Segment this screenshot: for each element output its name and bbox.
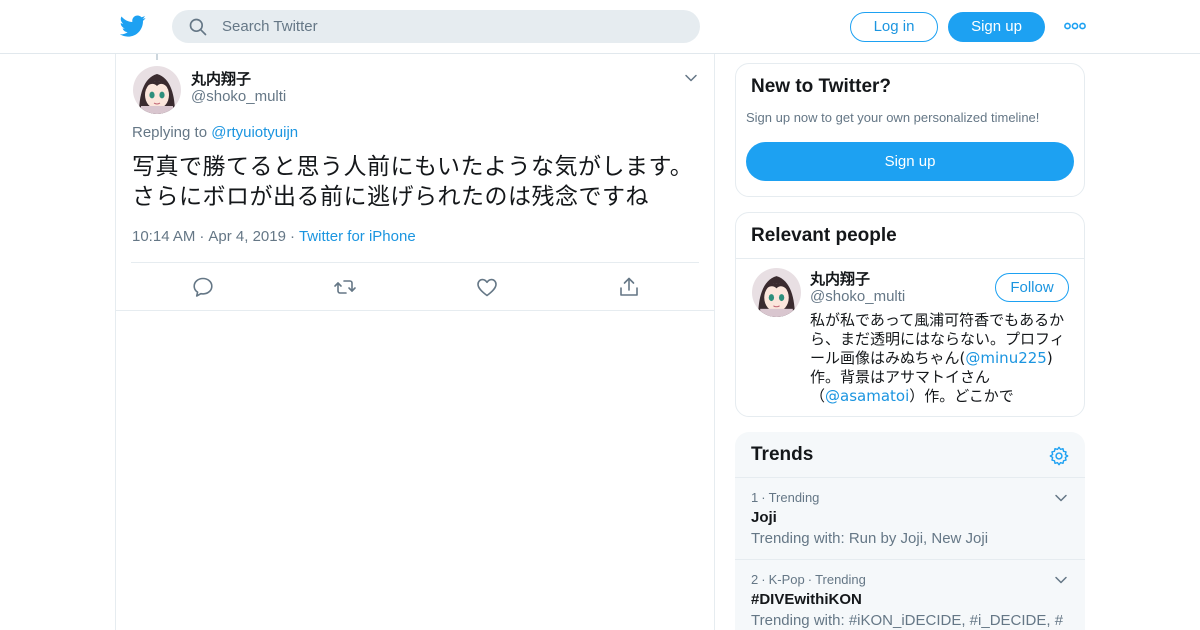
trend-name[interactable]: Joji	[751, 509, 777, 526]
thread-line	[156, 54, 158, 60]
trend-rank: 1	[751, 490, 759, 505]
tweet-column: 丸内翔子 @shoko_multi Replying to @rtyuiotyu…	[115, 54, 715, 630]
share-icon[interactable]	[617, 275, 641, 299]
chevron-down-icon[interactable]	[1053, 490, 1069, 506]
reply-icon[interactable]	[191, 275, 215, 299]
bio-mention-link[interactable]: @asamatoi	[825, 387, 909, 405]
tweet-source-link[interactable]: Twitter for iPhone	[299, 228, 416, 245]
author-name[interactable]: 丸内翔子	[191, 68, 251, 89]
tweet-actions	[116, 263, 714, 311]
chevron-down-icon[interactable]	[1053, 572, 1069, 588]
tweet-meta: 10:14 AM · Apr 4, 2019 · Twitter for iPhone	[132, 228, 416, 245]
card-subtitle: Sign up now to get your own personalized…	[746, 110, 1040, 125]
trend-rank: 2	[751, 572, 759, 587]
chevron-down-icon[interactable]	[683, 70, 699, 86]
trend-name[interactable]: #DIVEwithiKON	[751, 591, 862, 608]
bio-text: ）作。どこかで	[909, 387, 1014, 405]
top-bar: Log in Sign up	[0, 0, 1200, 54]
replying-prefix: Replying to	[132, 124, 208, 141]
avatar[interactable]	[752, 268, 801, 317]
trend-item[interactable]: 2 · K-Pop · Trending #DIVEwithiKON Trending …	[735, 559, 1085, 630]
search-input[interactable]	[222, 10, 682, 43]
divider	[736, 258, 1084, 259]
tweet-date[interactable]: Apr 4, 2019	[208, 228, 286, 245]
gear-icon[interactable]	[1048, 445, 1070, 467]
retweet-icon[interactable]	[333, 275, 357, 299]
bio-mention-link[interactable]: @minu225	[965, 349, 1046, 367]
signup-button[interactable]: Sign up	[948, 12, 1045, 42]
avatar[interactable]	[133, 66, 181, 114]
trend-meta: 1 · Trending	[751, 490, 820, 505]
trend-with: Trending with: #iKON_iDECIDE, #i_DECIDE,…	[751, 612, 1064, 629]
card-title: Relevant people	[751, 225, 897, 246]
trend-category: Trending	[768, 490, 820, 505]
tweet-text-line: 写真で勝てると思う人前にもいたような気がします。	[132, 154, 694, 180]
trend-meta: 2 · K-Pop · Trending	[751, 572, 866, 587]
card-title: New to Twitter?	[751, 76, 892, 97]
tweet-time[interactable]: 10:14 AM	[132, 228, 195, 245]
trend-with: Trending with: Run by Joji, New Joji	[751, 530, 989, 547]
author-handle[interactable]: @shoko_multi	[191, 88, 286, 105]
tweet-text: 写真で勝てると思う人前にもいたような気がします。 さらにボロが出る前に逃げられた…	[132, 152, 702, 212]
trends-card: Trends 1 · Trending Joji Trending with: Ru…	[735, 432, 1085, 630]
tweet-text-line: さらにボロが出る前に逃げられたのは残念ですね	[132, 184, 649, 210]
like-icon[interactable]	[475, 275, 499, 299]
person-bio: 私が私であって風浦可符香でもあるから、まだ透明にはならない。プロフィール画像はみ…	[810, 311, 1072, 406]
follow-button[interactable]: Follow	[995, 273, 1069, 302]
new-to-twitter-card: New to Twitter? Sign up now to get your …	[735, 63, 1085, 197]
trend-category: K-Pop	[768, 572, 805, 587]
trend-category: Trending	[815, 572, 866, 587]
card-title: Trends	[751, 444, 814, 465]
reply-target-link[interactable]: @rtyuiotyuijn	[211, 124, 298, 141]
relevant-people-card: Relevant people 丸内翔子 @shoko_multi Follow…	[735, 212, 1085, 417]
person-handle[interactable]: @shoko_multi	[810, 288, 905, 305]
more-dots-icon[interactable]	[1064, 18, 1086, 34]
person-name[interactable]: 丸内翔子	[810, 268, 870, 289]
replying-to: Replying to @rtyuiotyuijn	[132, 124, 298, 141]
search-bar[interactable]	[172, 10, 700, 43]
login-button[interactable]: Log in	[850, 12, 938, 42]
sidebar-signup-button[interactable]: Sign up	[746, 142, 1074, 181]
search-icon	[189, 18, 207, 36]
twitter-bird-icon[interactable]	[120, 13, 146, 39]
trend-item[interactable]: 1 · Trending Joji Trending with: Run by Jo…	[735, 477, 1085, 559]
